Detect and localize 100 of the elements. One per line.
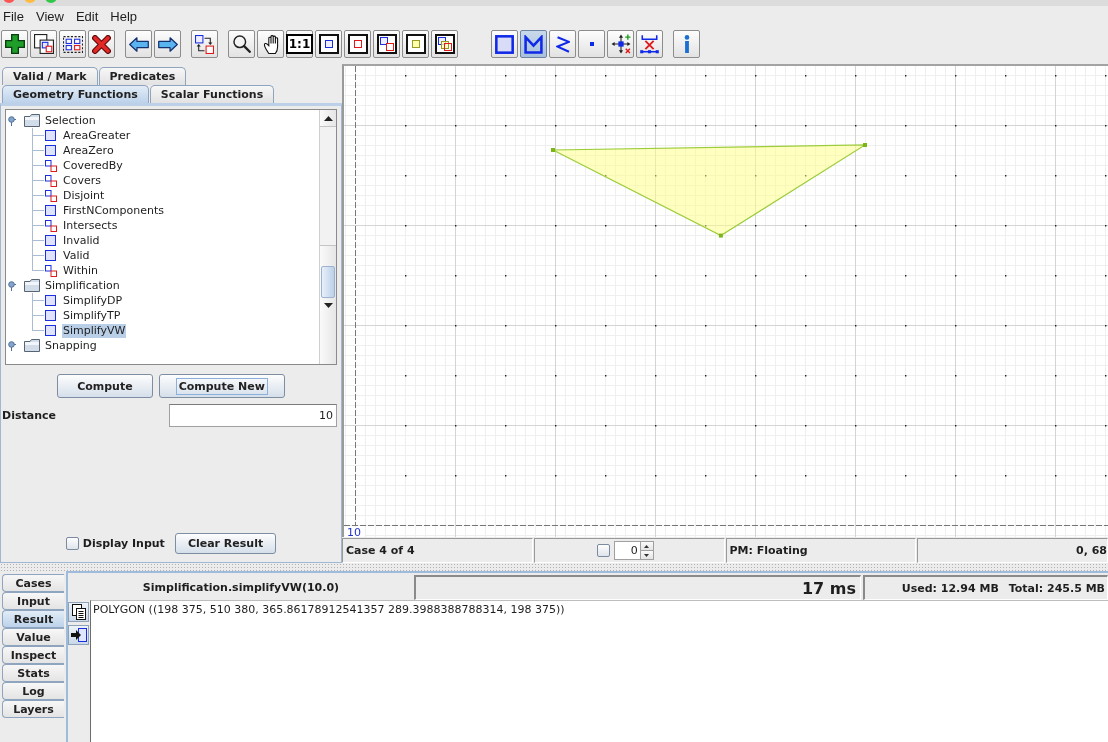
tab[interactable]: Inspect xyxy=(2,646,64,664)
load-result-button[interactable] xyxy=(68,625,89,645)
tab[interactable]: Cases xyxy=(2,574,64,592)
checkbox[interactable] xyxy=(65,537,79,550)
framed-square-icon xyxy=(405,34,426,54)
next-button[interactable] xyxy=(154,30,181,58)
actual-size-button[interactable]: 1:1 xyxy=(286,30,313,58)
menu-item[interactable]: View xyxy=(35,9,64,25)
info-button[interactable] xyxy=(673,30,700,58)
tree-item[interactable]: Invalid xyxy=(62,233,101,248)
delete-vertex-button[interactable] xyxy=(636,30,663,58)
expanded-node-icon[interactable] xyxy=(8,340,16,351)
zoom-result-button[interactable] xyxy=(402,30,429,58)
tree-item[interactable]: AreaZero xyxy=(62,143,115,158)
menu-item[interactable]: Edit xyxy=(75,9,99,25)
pan-button[interactable] xyxy=(257,30,284,58)
scrollbar-thumb[interactable] xyxy=(321,266,335,298)
zoom-all-button[interactable] xyxy=(431,30,458,58)
checkbox-label[interactable]: Display Input xyxy=(82,537,165,550)
tree-folder[interactable]: Selection xyxy=(44,113,97,128)
tree-item[interactable]: Intersects xyxy=(62,218,119,233)
framed-square-icon xyxy=(318,34,339,54)
tree-item[interactable]: Covers xyxy=(62,173,102,188)
folder-icon xyxy=(24,114,40,127)
parameter-label: Distance xyxy=(2,409,56,422)
tab[interactable]: Predicates xyxy=(98,67,187,85)
compute-new-button[interactable]: Compute New xyxy=(158,374,285,398)
tree-folder[interactable]: Snapping xyxy=(44,338,98,353)
compute-button[interactable]: Compute xyxy=(57,374,153,398)
two-squares-icon xyxy=(45,219,57,232)
clear-result-button[interactable]: Clear Result xyxy=(174,533,277,554)
info-icon xyxy=(683,35,690,53)
add-button[interactable] xyxy=(1,30,28,58)
expanded-node-icon[interactable] xyxy=(8,280,16,291)
swap-button[interactable] xyxy=(191,30,218,58)
case-status: Case 4 of 4 xyxy=(342,538,533,563)
zoom-b-button[interactable] xyxy=(344,30,371,58)
select-all-button[interactable] xyxy=(59,30,86,58)
tab[interactable]: Scalar Functions xyxy=(149,85,275,103)
tree-item[interactable]: FirstNComponents xyxy=(62,203,165,218)
line-tool-button[interactable] xyxy=(549,30,576,58)
single-square-icon xyxy=(45,130,56,141)
copy-button[interactable] xyxy=(30,30,57,58)
copy-result-button[interactable] xyxy=(68,602,89,622)
expanded-node-icon[interactable] xyxy=(8,115,16,126)
menu-item[interactable]: Help xyxy=(110,9,138,25)
copy-icon xyxy=(33,34,54,54)
single-square-icon xyxy=(45,250,56,261)
menu-item[interactable]: File xyxy=(3,9,24,25)
tree-item[interactable]: CoveredBy xyxy=(62,158,124,173)
zoom-button[interactable] xyxy=(228,30,255,58)
memory-used: Used: 12.94 MB xyxy=(901,581,999,595)
square-icon xyxy=(495,34,514,54)
polygon-tool-button[interactable] xyxy=(520,30,547,58)
tab[interactable]: Value xyxy=(2,628,64,646)
single-square-icon xyxy=(45,310,56,321)
delete-button[interactable] xyxy=(88,30,115,58)
tree-item[interactable]: Disjoint xyxy=(62,188,106,203)
rectangle-tool-button[interactable] xyxy=(491,30,518,58)
tab[interactable]: Geometry Functions xyxy=(2,85,149,103)
tab[interactable]: Layers xyxy=(2,700,64,718)
tree-item[interactable]: SimplifyTP xyxy=(62,308,122,323)
tree-item[interactable]: Valid xyxy=(62,248,91,263)
tab[interactable]: Valid / Mark xyxy=(2,67,98,85)
tree-item[interactable]: AreaGreater xyxy=(62,128,132,143)
tree-item[interactable]: Within xyxy=(62,263,99,278)
tree-folder[interactable]: Simplification xyxy=(44,278,121,293)
framed-two-squares-icon xyxy=(376,34,397,54)
operation-label: Simplification.simplifyVW(10.0) xyxy=(141,580,341,596)
zigzag-line-icon xyxy=(555,35,570,53)
arrow-left-icon xyxy=(128,36,149,52)
previous-button[interactable] xyxy=(125,30,152,58)
tab[interactable]: Result xyxy=(2,610,64,628)
tree-item[interactable]: SimplifyVW xyxy=(62,323,127,338)
single-square-icon xyxy=(45,325,56,336)
tab[interactable]: Stats xyxy=(2,664,64,682)
spinner-field[interactable]: 0 xyxy=(613,541,641,560)
point-tool-button[interactable] xyxy=(578,30,605,58)
spin-up-button[interactable] xyxy=(640,541,654,551)
tree-item[interactable]: SimplifyDP xyxy=(62,293,124,308)
scroll-up-button[interactable] xyxy=(320,110,336,127)
scrollbar[interactable] xyxy=(319,110,336,364)
result-text-area[interactable]: POLYGON ((198 375, 510 380, 365.86178912541357 289.3988388788314, 198 375)) xyxy=(90,600,1108,742)
triangle-down-icon xyxy=(323,302,333,308)
magnifier-icon xyxy=(232,35,251,53)
parameter-field[interactable]: 10 xyxy=(169,404,337,427)
spin-down-button[interactable] xyxy=(640,551,654,560)
two-squares-icon xyxy=(45,174,57,187)
zoom-ab-button[interactable] xyxy=(373,30,400,58)
hand-icon xyxy=(262,34,279,54)
tab[interactable]: Log xyxy=(2,682,64,700)
tab[interactable]: Input xyxy=(2,592,64,610)
drawing-canvas[interactable]: 10 xyxy=(342,64,1108,537)
edit-vertex-button[interactable] xyxy=(607,30,634,58)
two-squares-icon xyxy=(45,189,57,202)
zoom-a-button[interactable] xyxy=(315,30,342,58)
polygon-icon xyxy=(524,34,543,54)
delete-vertex-icon xyxy=(640,34,659,54)
vertex-marker xyxy=(718,233,723,238)
checkbox[interactable] xyxy=(596,544,610,557)
